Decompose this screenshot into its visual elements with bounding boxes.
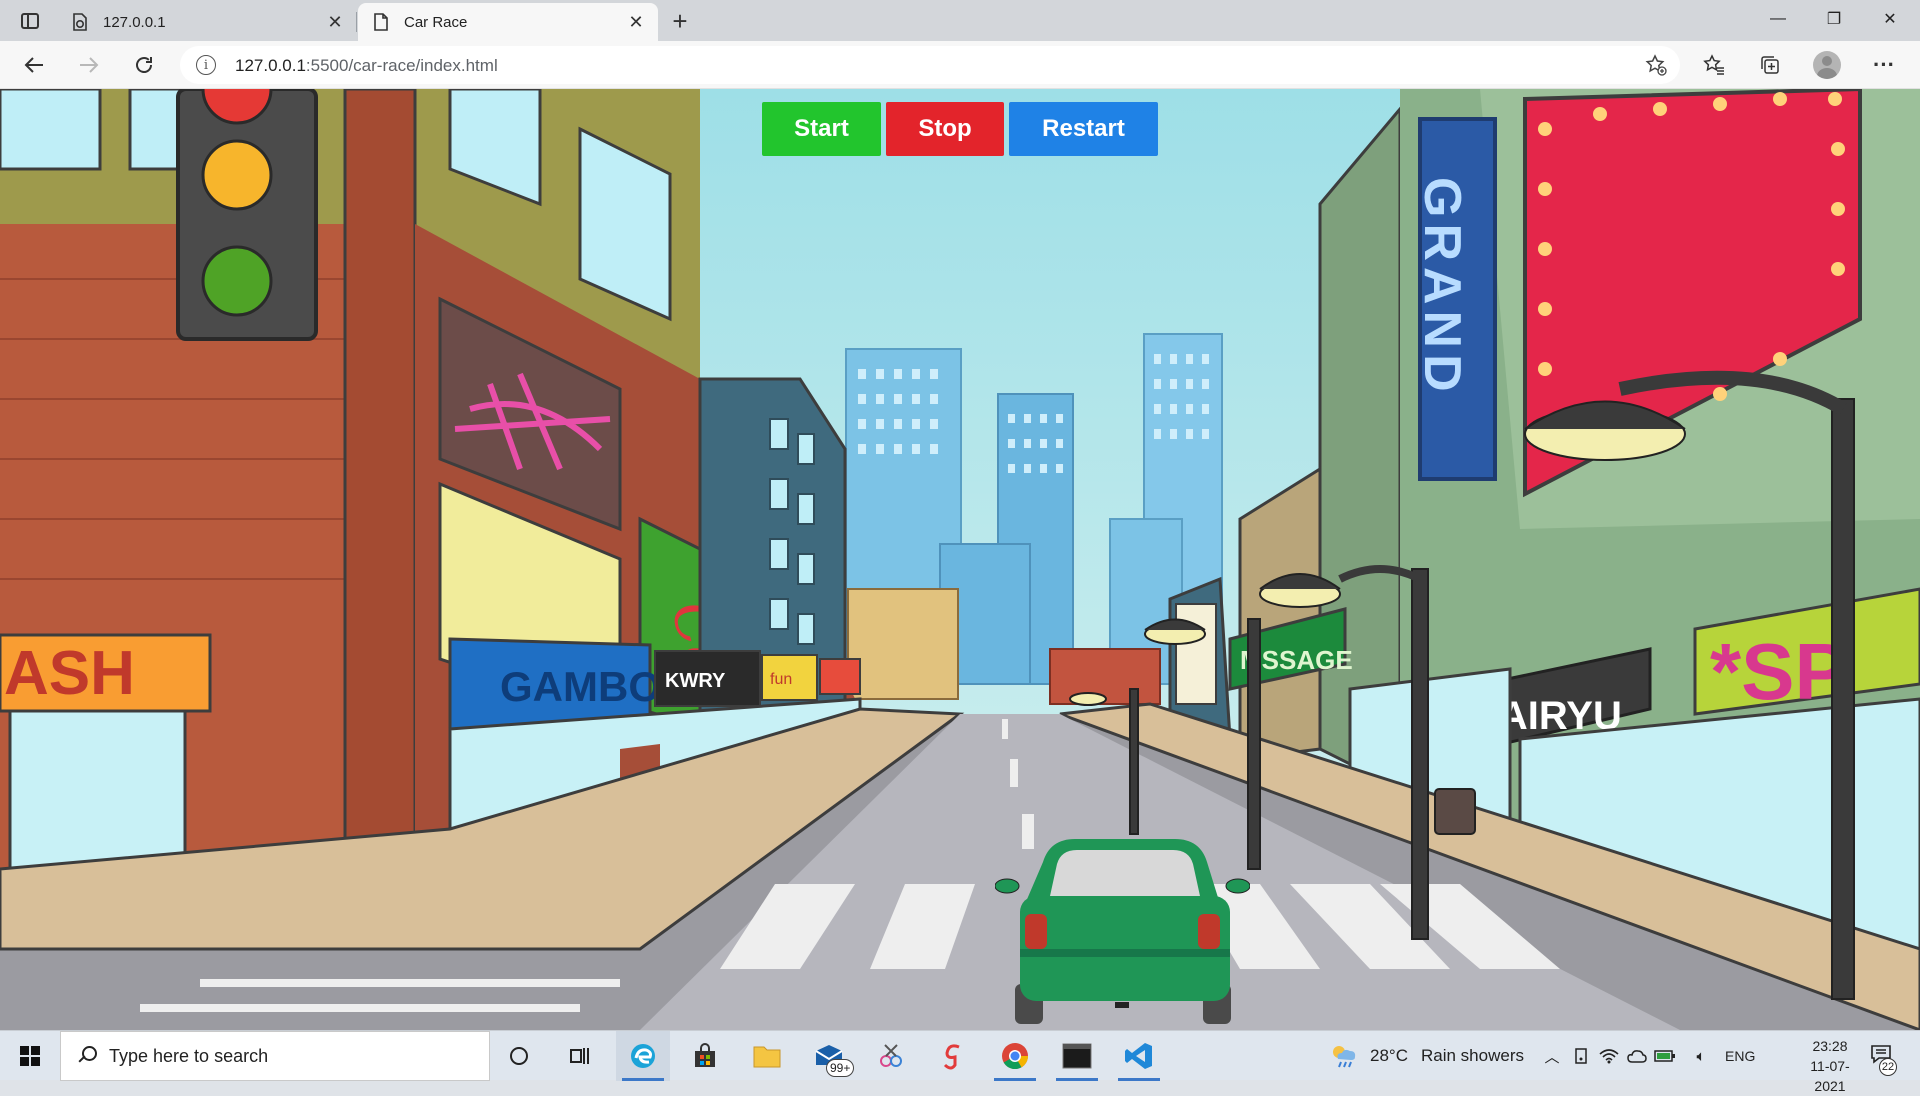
- close-tab-icon[interactable]: ✕: [321, 8, 349, 36]
- refresh-button[interactable]: [126, 47, 162, 83]
- snip-sketch-icon: [880, 1044, 902, 1067]
- tab-title: Car Race: [404, 13, 468, 31]
- minimize-button[interactable]: —: [1750, 0, 1806, 38]
- folder-icon: [753, 1046, 781, 1068]
- taskbar-vscode[interactable]: [1112, 1031, 1166, 1081]
- g-app-icon: [943, 1044, 960, 1070]
- vscode-icon: [1125, 1043, 1152, 1069]
- task-view-button[interactable]: [552, 1031, 606, 1081]
- start-menu-button[interactable]: [0, 1031, 60, 1081]
- close-window-button[interactable]: ✕: [1862, 0, 1918, 38]
- forward-button[interactable]: [71, 47, 107, 83]
- taskbar-edge[interactable]: [616, 1031, 670, 1081]
- restart-button[interactable]: Restart: [1009, 102, 1158, 156]
- refresh-icon: [136, 57, 152, 73]
- weather-rain-icon[interactable]: [1330, 1043, 1358, 1069]
- taskbar-terminal[interactable]: [1050, 1031, 1104, 1081]
- ash-sign-text: ASH: [4, 639, 135, 708]
- city-street-background: Cafe ASH GAMBO KWRY fun: [0, 89, 1920, 1030]
- game-controls: Start Stop Restart: [762, 102, 1158, 156]
- taskbar-search[interactable]: Type here to search: [60, 1031, 490, 1081]
- tab-actions-button[interactable]: [12, 6, 48, 36]
- cortana-icon: [510, 1047, 528, 1065]
- tab-title: 127.0.0.1: [103, 13, 166, 31]
- fun-sign-text: fun: [770, 671, 792, 688]
- weather-condition[interactable]: Rain showers: [1421, 1046, 1524, 1066]
- volume-icon[interactable]: 🔈︎: [1690, 1045, 1712, 1067]
- terminal-icon: [1062, 1043, 1092, 1069]
- tab-strip: 127.0.0.1 ✕ Car Race ✕ + — ❐ ✕: [0, 0, 1920, 41]
- tab-127[interactable]: 127.0.0.1 ✕: [57, 3, 357, 41]
- player-car[interactable]: [995, 834, 1250, 1030]
- cortana-button[interactable]: [492, 1031, 546, 1081]
- stop-button[interactable]: Stop: [886, 102, 1004, 156]
- notification-count: 22: [1879, 1058, 1897, 1076]
- weather-temperature[interactable]: 28°C: [1370, 1046, 1408, 1066]
- clock[interactable]: 23:28 11-07-2021: [1798, 1036, 1862, 1096]
- store-icon: [695, 1043, 715, 1067]
- tab-separator: [356, 12, 357, 32]
- taskbar-chrome[interactable]: [988, 1031, 1042, 1081]
- search-icon: [77, 1046, 97, 1066]
- close-tab-icon[interactable]: ✕: [622, 8, 650, 36]
- forward-arrow-icon: [80, 57, 99, 73]
- tab-car-race[interactable]: Car Race ✕: [358, 3, 658, 41]
- task-view-icon: [570, 1048, 589, 1064]
- url-host: 127.0.0.1: [235, 56, 306, 75]
- traffic-light: [176, 89, 318, 341]
- sp-sign-text: *SP: [1710, 627, 1848, 716]
- page-refresh-icon: [73, 13, 87, 31]
- search-placeholder: Type here to search: [109, 1045, 269, 1066]
- profile-avatar[interactable]: [1813, 51, 1841, 79]
- back-arrow-icon: [24, 57, 43, 73]
- taskbar-store[interactable]: [678, 1031, 732, 1081]
- wifi-icon[interactable]: [1598, 1045, 1620, 1067]
- show-hidden-icons-chevron-icon[interactable]: ︿: [1541, 1045, 1563, 1067]
- favorites-icon[interactable]: [1698, 49, 1730, 81]
- battery-icon[interactable]: [1654, 1045, 1676, 1067]
- mail-badge: 99+: [826, 1059, 855, 1077]
- url-text: 127.0.0.1:5500/car-race/index.html: [235, 56, 498, 76]
- tab-actions-icon: [21, 13, 39, 29]
- tray-device-icon[interactable]: [1570, 1045, 1592, 1067]
- taskbar-file-explorer[interactable]: [740, 1031, 794, 1081]
- grand-sign-text: GRAND: [1413, 177, 1471, 398]
- chrome-icon: [1002, 1043, 1029, 1070]
- back-button[interactable]: [16, 47, 52, 83]
- url-path: :5500/car-race/index.html: [305, 56, 498, 75]
- language-indicator[interactable]: ENG: [1725, 1048, 1755, 1064]
- add-favorite-icon[interactable]: [1644, 53, 1668, 77]
- windows-taskbar: Type here to search 99+ 28°C Rain shower…: [0, 1030, 1920, 1094]
- address-bar[interactable]: i 127.0.0.1:5500/car-race/index.html: [180, 46, 1680, 84]
- onedrive-cloud-icon[interactable]: [1626, 1045, 1648, 1067]
- start-button[interactable]: Start: [762, 102, 881, 156]
- edge-icon: [631, 1044, 655, 1068]
- taskbar-snip[interactable]: [864, 1031, 918, 1081]
- more-options-icon[interactable]: ···: [1868, 49, 1900, 81]
- new-tab-button[interactable]: +: [664, 6, 696, 36]
- kwr-sign-text: KWRY: [665, 670, 726, 692]
- restore-button[interactable]: ❐: [1806, 0, 1862, 38]
- site-info-icon[interactable]: i: [196, 55, 216, 75]
- page-icon: [374, 13, 388, 31]
- game-viewport: Cafe ASH GAMBO KWRY fun: [0, 89, 1920, 1030]
- taskbar-g-app[interactable]: [926, 1031, 980, 1081]
- collections-icon[interactable]: [1754, 49, 1786, 81]
- gambo-sign-text: GAMBO: [500, 663, 661, 710]
- browser-toolbar: i 127.0.0.1:5500/car-race/index.html ···: [0, 41, 1920, 89]
- clock-date: 11-07-2021: [1810, 1058, 1850, 1094]
- clock-time: 23:28: [1812, 1038, 1848, 1054]
- windows-logo-icon: [20, 1046, 40, 1066]
